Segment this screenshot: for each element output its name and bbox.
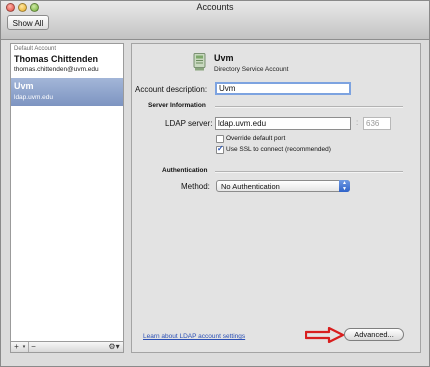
authentication-method-select[interactable]: No Authentication ▲ ▼ (216, 180, 350, 192)
add-account-menu-icon[interactable]: ▾ (21, 342, 27, 352)
account-description-label: Account description: (135, 85, 208, 94)
override-port-label: Override default port (226, 135, 286, 142)
up-down-arrows-icon: ▲ ▼ (339, 180, 350, 192)
ldap-server-label: LDAP server: (165, 119, 213, 128)
method-label: Method: (181, 182, 210, 191)
section-divider (215, 106, 403, 108)
default-account-header: Default Account (14, 46, 57, 52)
gear-icon[interactable]: ⚙▾ (107, 342, 121, 352)
account-item-uvm[interactable]: Uvm ldap.uvm.edu (11, 78, 123, 106)
add-account-button[interactable]: + (12, 342, 21, 352)
window-title: Accounts (196, 2, 234, 12)
ldap-server-icon (193, 53, 206, 71)
show-all-button[interactable]: Show All (7, 15, 49, 30)
ldap-server-input[interactable] (215, 117, 351, 130)
account-title: Uvm (214, 53, 234, 63)
learn-ldap-settings-link[interactable]: Learn about LDAP account settings (143, 333, 245, 340)
authentication-header: Authentication (162, 167, 208, 174)
account-description-input[interactable] (215, 82, 351, 95)
account-email: thomas.chittenden@uvm.edu (14, 66, 99, 73)
account-subtitle: Directory Service Account (214, 66, 289, 73)
port-input[interactable] (363, 117, 391, 130)
advanced-button[interactable]: Advanced... (344, 328, 404, 341)
section-divider (215, 171, 403, 173)
port-separator: : (356, 118, 359, 127)
account-email: ldap.uvm.edu (14, 94, 54, 101)
title-bar: Accounts Show All (1, 1, 429, 40)
accounts-list: Default Account Thomas Chittenden thomas… (10, 43, 124, 342)
ssl-checkbox[interactable] (216, 144, 224, 154)
accounts-list-toolbar: + ▾ − ⚙▾ (10, 342, 124, 353)
account-name: Thomas Chittenden (14, 54, 99, 64)
annotation-arrow-icon (305, 327, 345, 343)
override-port-checkbox[interactable] (216, 135, 224, 143)
server-information-header: Server Information (148, 102, 206, 109)
ssl-label: Use SSL to connect (recommended) (226, 146, 331, 153)
selected-method: No Authentication (221, 182, 280, 191)
account-name: Uvm (14, 81, 34, 91)
remove-account-button[interactable]: − (28, 342, 38, 352)
